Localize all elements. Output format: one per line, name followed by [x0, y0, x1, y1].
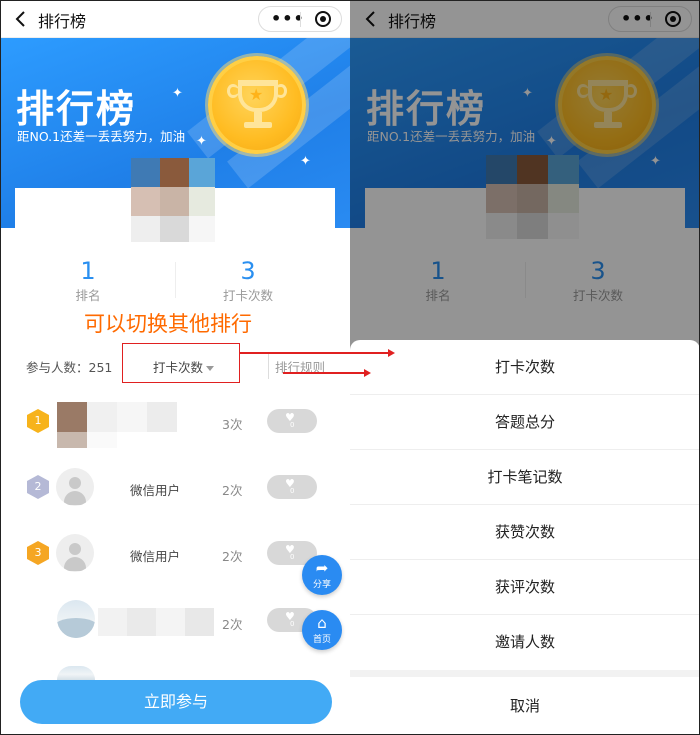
dropdown-caret-icon: [206, 366, 215, 371]
rank-badge-icon: 3: [27, 541, 49, 565]
ranking-type-select[interactable]: 打卡次数: [153, 357, 215, 376]
participant-count: 参与人数：251: [26, 360, 113, 375]
sheet-cancel-button[interactable]: 取消: [350, 677, 700, 735]
ranking-row: 2次 ♥ 0: [0, 590, 350, 650]
share-label: 分享: [312, 580, 331, 590]
share-icon: ➦: [315, 559, 329, 577]
checkin-count-value: 3: [240, 257, 256, 285]
checkin-times: 2次: [222, 549, 243, 564]
checkin-times: 2次: [222, 483, 243, 498]
close-miniprogram-icon[interactable]: [315, 11, 331, 27]
user-avatar: [57, 600, 95, 638]
ranking-row: 2 微信用户 2次 ♥ 0: [0, 457, 350, 517]
like-count: 0: [290, 620, 295, 628]
capsule-divider: [300, 12, 301, 27]
sparkle-icon: ✦: [172, 86, 183, 101]
sheet-option-checkin-notes[interactable]: 打卡笔记数: [350, 450, 700, 505]
ranking-type-action-sheet: 打卡次数 答题总分 打卡笔记数 获赞次数 获评次数 邀请人数 取消: [350, 340, 700, 735]
sheet-option-invites[interactable]: 邀请人数: [350, 615, 700, 670]
rank-badge-icon: 1: [27, 409, 49, 433]
ranking-row: 3 微信用户 2次 ♥ 0: [0, 522, 350, 582]
sheet-option-quiz-score[interactable]: 答题总分: [350, 395, 700, 450]
like-count: 0: [290, 487, 295, 495]
ranking-type-selected: 打卡次数: [153, 360, 204, 375]
rank-label: 排名: [75, 288, 101, 303]
sheet-option-comments-received[interactable]: 获评次数: [350, 560, 700, 615]
back-arrow-icon[interactable]: [12, 10, 30, 28]
stat-divider: [175, 262, 176, 298]
sheet-option-checkin-count[interactable]: 打卡次数: [350, 340, 700, 395]
annotation-arrow: [283, 372, 364, 374]
annotation-arrow-head: [388, 349, 395, 357]
page-title: 排行榜: [38, 12, 87, 31]
user-avatar: [131, 158, 215, 242]
annotation-arrow: [240, 352, 388, 354]
home-label: 首页: [312, 635, 331, 645]
home-icon: ⌂: [317, 614, 327, 632]
sparkle-icon: ✦: [300, 154, 311, 169]
checkin-count-label: 打卡次数: [222, 288, 273, 303]
like-count: 0: [290, 553, 295, 561]
user-name-mosaic: [98, 608, 214, 636]
banner-title: 排行榜: [16, 87, 137, 131]
home-button[interactable]: ⌂ 首页: [302, 610, 342, 650]
share-button[interactable]: ➦ 分享: [302, 555, 342, 595]
user-avatar: [57, 402, 177, 448]
sheet-option-likes-received[interactable]: 获赞次数: [350, 505, 700, 560]
banner-subtitle: 距NO.1还差一丢丢努力，加油: [17, 129, 186, 144]
join-now-button[interactable]: 立即参与: [20, 680, 332, 724]
nav-bar: 排行榜 •••: [0, 0, 350, 38]
rank-value: 1: [80, 257, 96, 285]
like-button[interactable]: ♥ 0: [267, 409, 317, 433]
annotation-text: 可以切换其他排行: [84, 312, 252, 336]
ranking-page: 排行榜 ••• 排行榜 距NO.1还差一丢丢努力，加油 ✦ ✦ ✦ ★ 1 排名…: [0, 0, 350, 735]
sparkle-icon: ✦: [196, 134, 207, 149]
ranking-rules-link[interactable]: 排行规则: [268, 353, 340, 379]
annotation-arrow-head: [364, 369, 371, 377]
like-button[interactable]: ♥ 0: [267, 475, 317, 499]
user-avatar: [57, 666, 95, 680]
default-avatar-icon: [56, 468, 94, 506]
ranking-page-with-sheet: 排行榜 ••• 排行榜 距NO.1还差一丢丢努力，加油 ✦ ✦ ✦ ★ 1 排名…: [350, 0, 700, 735]
sheet-separator: [350, 670, 700, 677]
miniprogram-capsule: •••: [258, 6, 342, 32]
rank-badge-icon: 2: [27, 475, 49, 499]
checkin-times: 3次: [222, 417, 243, 432]
checkin-times: 2次: [222, 617, 243, 632]
user-name: 微信用户: [130, 483, 181, 498]
default-avatar-icon: [56, 534, 94, 572]
like-count: 0: [290, 421, 295, 429]
trophy-medal-icon: ★: [208, 56, 306, 154]
ranking-row: 1 3次 ♥ 0: [0, 392, 350, 452]
user-name: 微信用户: [130, 549, 181, 564]
